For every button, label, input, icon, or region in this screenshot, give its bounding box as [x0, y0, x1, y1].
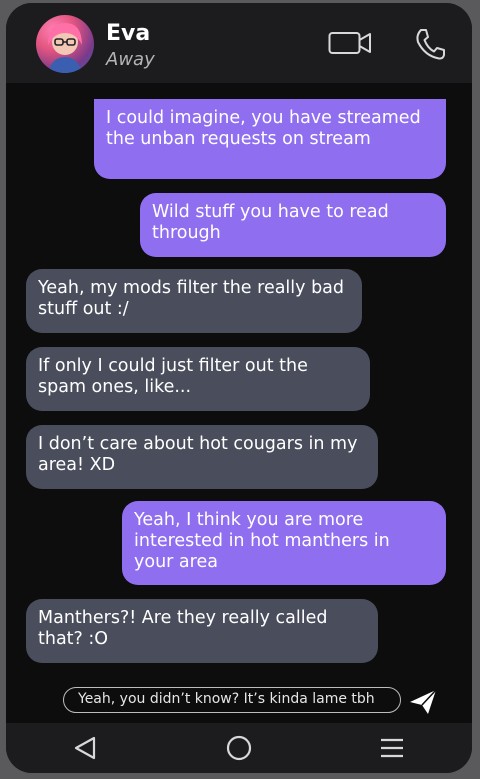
- send-icon[interactable]: [408, 688, 438, 720]
- home-circle-icon[interactable]: [226, 735, 252, 765]
- message-outgoing: Yeah, I think you are more interested in…: [122, 501, 446, 585]
- contact-name: Eva: [106, 21, 151, 46]
- avatar[interactable]: [36, 15, 94, 73]
- phone-icon[interactable]: [414, 27, 446, 65]
- message-incoming: I don’t care about hot cougars in my are…: [26, 425, 378, 489]
- message-composer: Yeah, you didn’t know? It’s kinda lame t…: [6, 683, 472, 723]
- phone-frame: Eva Away I could imagine, you have strea…: [6, 3, 472, 773]
- message-incoming: Yeah, my mods filter the really bad stuf…: [26, 269, 362, 333]
- message-outgoing: Wild stuff you have to read through: [140, 193, 446, 257]
- menu-lines-icon[interactable]: [379, 737, 405, 763]
- contact-status: Away: [106, 49, 155, 70]
- video-camera-icon[interactable]: [328, 29, 372, 61]
- chat-header: Eva Away: [6, 3, 472, 83]
- back-triangle-icon[interactable]: [72, 735, 98, 765]
- message-incoming: If only I could just filter out the spam…: [26, 347, 370, 411]
- message-input[interactable]: Yeah, you didn’t know? It’s kinda lame t…: [63, 687, 401, 713]
- message-incoming: Manthers?! Are they really called that? …: [26, 599, 378, 663]
- message-outgoing: I could imagine, you have streamed the u…: [94, 99, 446, 179]
- system-navbar: [6, 723, 472, 773]
- message-list[interactable]: I could imagine, you have streamed the u…: [6, 83, 472, 683]
